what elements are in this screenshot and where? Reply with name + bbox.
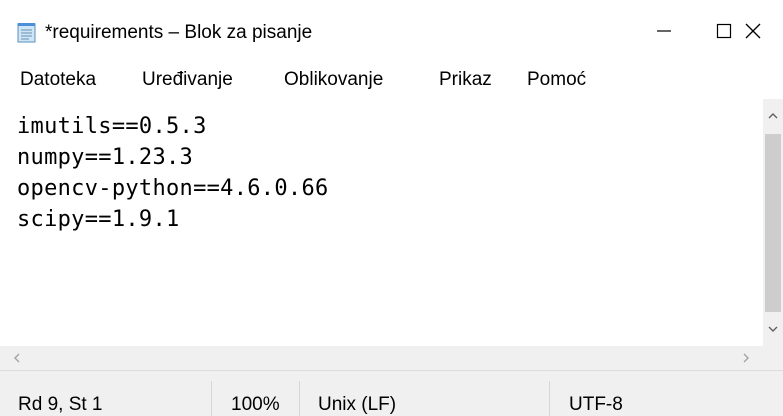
horizontal-scrollbar[interactable] bbox=[0, 346, 763, 370]
text-editor[interactable]: imutils==0.5.3 numpy==1.23.3 opencv-pyth… bbox=[0, 99, 763, 346]
encoding: UTF-8 bbox=[569, 394, 623, 415]
chevron-left-icon bbox=[14, 353, 20, 363]
zoom-level: 100% bbox=[231, 394, 280, 415]
chevron-down-icon bbox=[768, 326, 778, 332]
title-bar[interactable]: *requirements – Blok za pisanje bbox=[0, 0, 783, 62]
vertical-scroll-thumb[interactable] bbox=[765, 134, 781, 312]
window-title: *requirements – Blok za pisanje bbox=[45, 22, 313, 43]
text-line: scipy==1.9.1 bbox=[17, 207, 180, 232]
cursor-position: Rd 9, St 1 bbox=[18, 394, 103, 415]
notepad-icon bbox=[17, 23, 36, 43]
scroll-left-button[interactable] bbox=[0, 346, 34, 370]
menu-view[interactable]: Prikaz bbox=[439, 68, 492, 92]
text-line: imutils==0.5.3 bbox=[17, 114, 207, 139]
status-bar: Rd 9, St 1 100% Unix (LF) UTF-8 bbox=[0, 370, 783, 416]
chevron-right-icon bbox=[743, 353, 749, 363]
scroll-down-button[interactable] bbox=[763, 312, 783, 346]
menu-help[interactable]: Pomoć bbox=[527, 68, 586, 92]
scrollbar-corner bbox=[763, 346, 783, 370]
menu-bar: Datoteka Uređivanje Oblikovanje Prikaz P… bbox=[0, 62, 783, 98]
menu-edit[interactable]: Uređivanje bbox=[142, 68, 233, 92]
minimize-button[interactable] bbox=[634, 0, 694, 62]
close-button[interactable] bbox=[723, 0, 783, 62]
status-divider bbox=[211, 381, 212, 416]
text-line: opencv-python==4.6.0.66 bbox=[17, 176, 329, 201]
menu-format[interactable]: Oblikovanje bbox=[284, 68, 383, 92]
scroll-up-button[interactable] bbox=[763, 99, 783, 133]
text-line: numpy==1.23.3 bbox=[17, 145, 194, 170]
vertical-scrollbar[interactable] bbox=[763, 99, 783, 346]
chevron-up-icon bbox=[768, 113, 778, 119]
minimize-icon bbox=[657, 30, 671, 32]
status-divider bbox=[549, 381, 550, 416]
status-divider bbox=[299, 381, 300, 416]
close-icon bbox=[745, 23, 761, 39]
menu-file[interactable]: Datoteka bbox=[20, 68, 96, 92]
line-endings: Unix (LF) bbox=[318, 394, 397, 415]
scroll-right-button[interactable] bbox=[729, 346, 763, 370]
